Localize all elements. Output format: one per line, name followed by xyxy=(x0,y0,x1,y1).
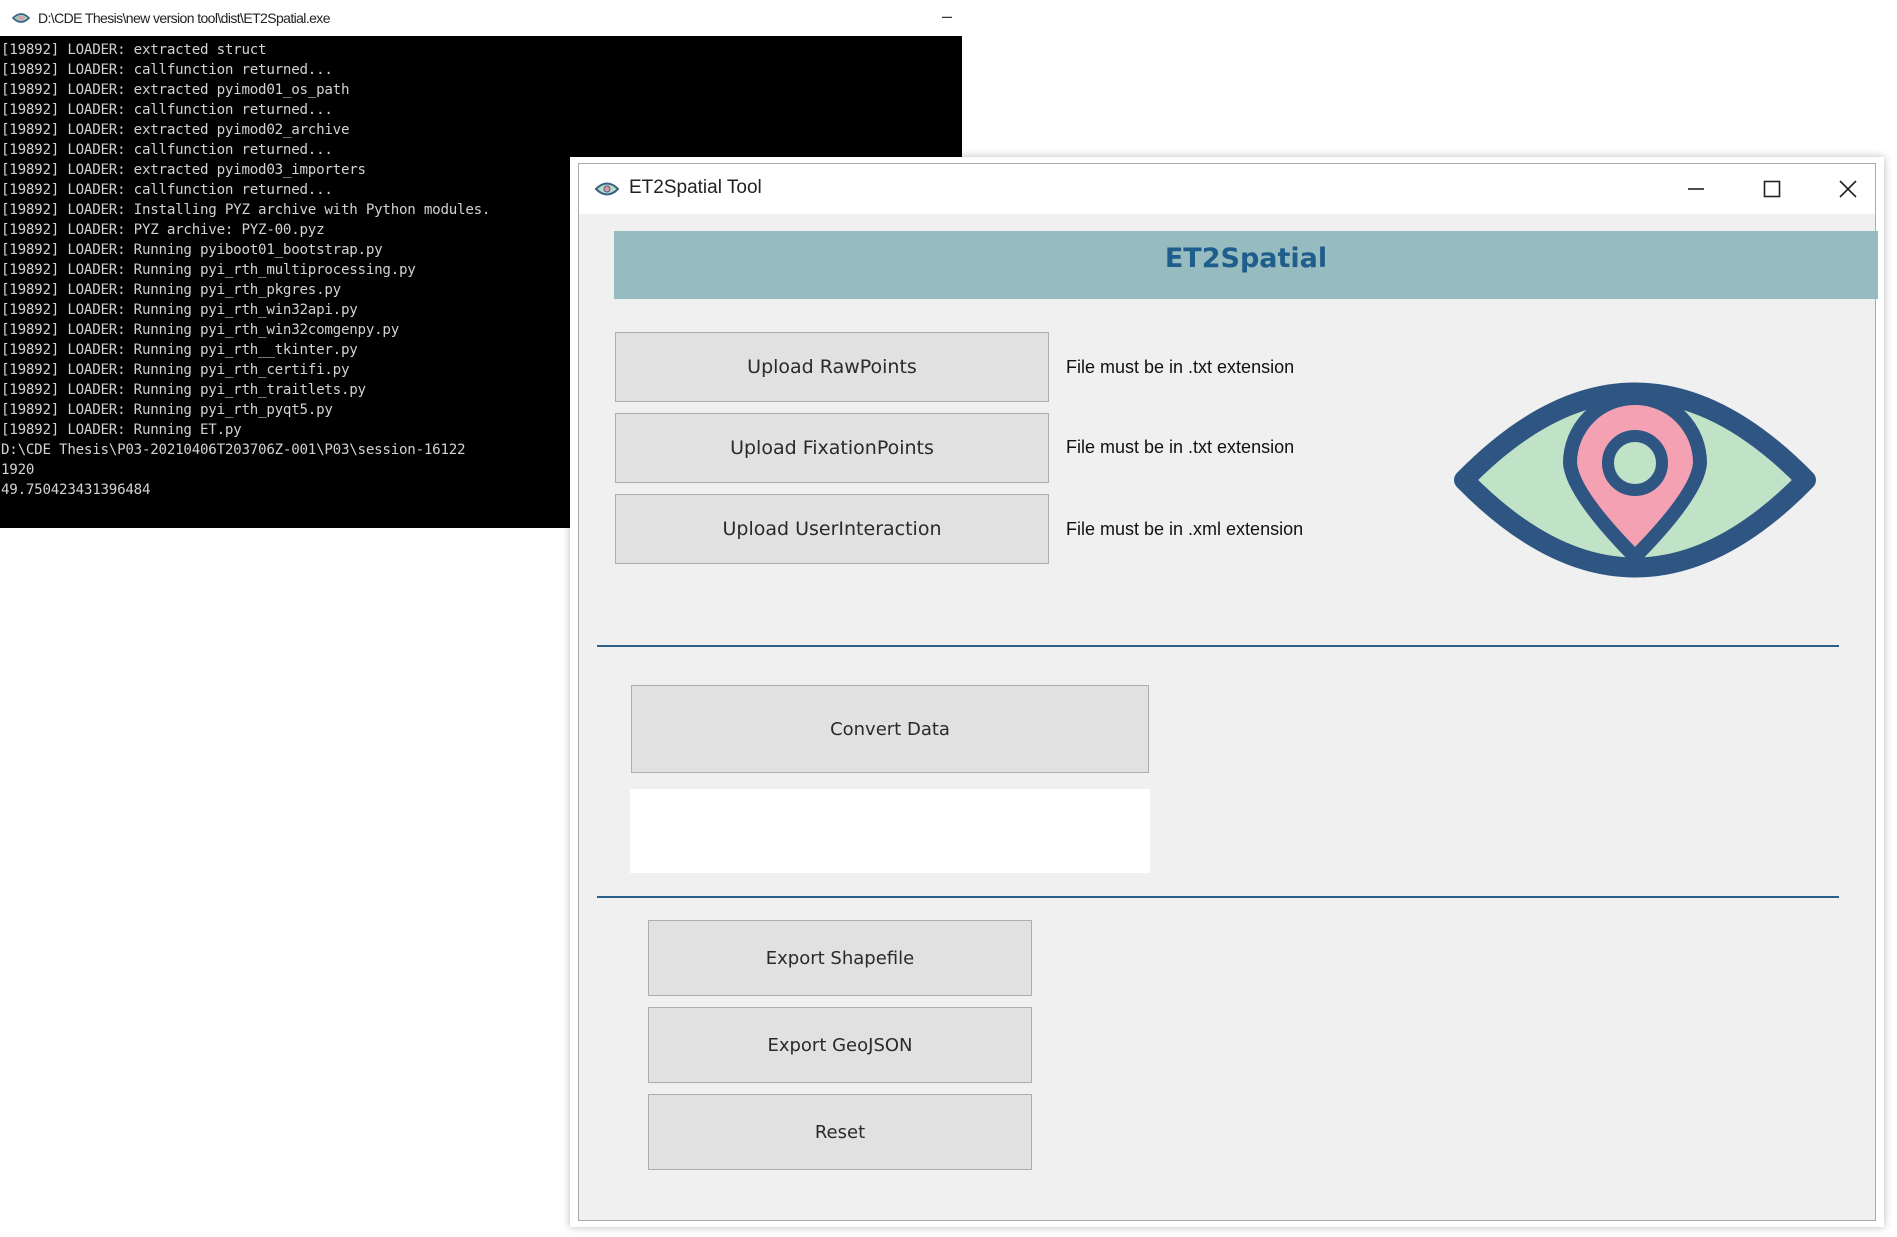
maximize-button[interactable] xyxy=(1737,164,1807,214)
upload-rawpoints-button[interactable]: Upload RawPoints xyxy=(615,332,1049,402)
fixationpoints-hint: File must be in .txt extension xyxy=(1066,437,1295,457)
console-line: [19892] LOADER: extracted struct xyxy=(1,42,267,58)
console-line: 1920 xyxy=(1,462,35,478)
console-line: [19892] LOADER: callfunction returned... xyxy=(1,182,333,198)
convert-data-button[interactable]: Convert Data xyxy=(631,685,1149,773)
console-line: [19892] LOADER: Running pyi_rth_traitlet… xyxy=(1,382,366,398)
console-line: [19892] LOADER: callfunction returned... xyxy=(1,142,333,158)
console-line: [19892] LOADER: extracted pyimod01_os_pa… xyxy=(1,82,350,98)
eye-location-pin-logo xyxy=(1454,382,1816,578)
export-shapefile-button[interactable]: Export Shapefile xyxy=(648,920,1032,996)
console-line: [19892] LOADER: PYZ archive: PYZ-00.pyz xyxy=(1,222,325,238)
app-titlebar[interactable]: ET2Spatial Tool xyxy=(579,164,1875,214)
console-eye-icon xyxy=(12,13,30,23)
console-minimize-button[interactable]: – xyxy=(942,6,952,27)
console-line: [19892] LOADER: callfunction returned... xyxy=(1,62,333,78)
close-button[interactable] xyxy=(1813,164,1883,214)
maximize-icon xyxy=(1763,180,1781,198)
console-line: 49.750423431396484 xyxy=(1,482,151,498)
close-icon xyxy=(1839,180,1857,198)
rawpoints-hint: File must be in .txt extension xyxy=(1066,357,1295,377)
console-titlebar[interactable]: D:\CDE Thesis\new version tool\dist\ET2S… xyxy=(0,0,962,36)
console-line: D:\CDE Thesis\P03-20210406T203706Z-001\P… xyxy=(1,442,466,458)
console-line: [19892] LOADER: Running pyiboot01_bootst… xyxy=(1,242,383,258)
console-line: [19892] LOADER: Running ET.py xyxy=(1,422,242,438)
banner-title: ET2Spatial xyxy=(1164,242,1328,274)
userinteraction-hint: File must be in .xml extension xyxy=(1066,519,1304,539)
upload-fixationpoints-button[interactable]: Upload FixationPoints xyxy=(615,413,1049,483)
minimize-button[interactable] xyxy=(1661,164,1731,214)
console-line: [19892] LOADER: Running pyi_rth_pyqt5.py xyxy=(1,402,333,418)
app-window: ET2Spatial Tool ET2Spatial Upload RawPoi… xyxy=(570,157,1884,1227)
separator-bottom xyxy=(597,896,1839,898)
eye-icon xyxy=(595,182,619,196)
app-title: ET2Spatial Tool xyxy=(629,177,762,198)
console-title: D:\CDE Thesis\new version tool\dist\ET2S… xyxy=(38,10,330,26)
console-line: [19892] LOADER: Running pyi_rth_win32api… xyxy=(1,302,358,318)
console-line: [19892] LOADER: Installing PYZ archive w… xyxy=(1,202,491,218)
app-window-frame: ET2Spatial Tool ET2Spatial Upload RawPoi… xyxy=(578,163,1878,1221)
app-banner: ET2Spatial xyxy=(614,231,1878,299)
console-line: [19892] LOADER: Running pyi_rth__tkinter… xyxy=(1,342,358,358)
console-line: [19892] LOADER: Running pyi_rth_multipro… xyxy=(1,262,416,278)
minimize-icon xyxy=(1688,188,1704,190)
upload-userinteraction-button[interactable]: Upload UserInteraction xyxy=(615,494,1049,564)
console-line: [19892] LOADER: Running pyi_rth_certifi.… xyxy=(1,362,350,378)
console-line: [19892] LOADER: extracted pyimod02_archi… xyxy=(1,122,350,138)
console-line: [19892] LOADER: extracted pyimod03_impor… xyxy=(1,162,366,178)
export-geojson-button[interactable]: Export GeoJSON xyxy=(648,1007,1032,1083)
console-line: [19892] LOADER: callfunction returned... xyxy=(1,102,333,118)
status-output-box xyxy=(630,789,1150,873)
reset-button[interactable]: Reset xyxy=(648,1094,1032,1170)
console-line: [19892] LOADER: Running pyi_rth_pkgres.p… xyxy=(1,282,341,298)
console-line: [19892] LOADER: Running pyi_rth_win32com… xyxy=(1,322,399,338)
separator-top xyxy=(597,645,1839,647)
